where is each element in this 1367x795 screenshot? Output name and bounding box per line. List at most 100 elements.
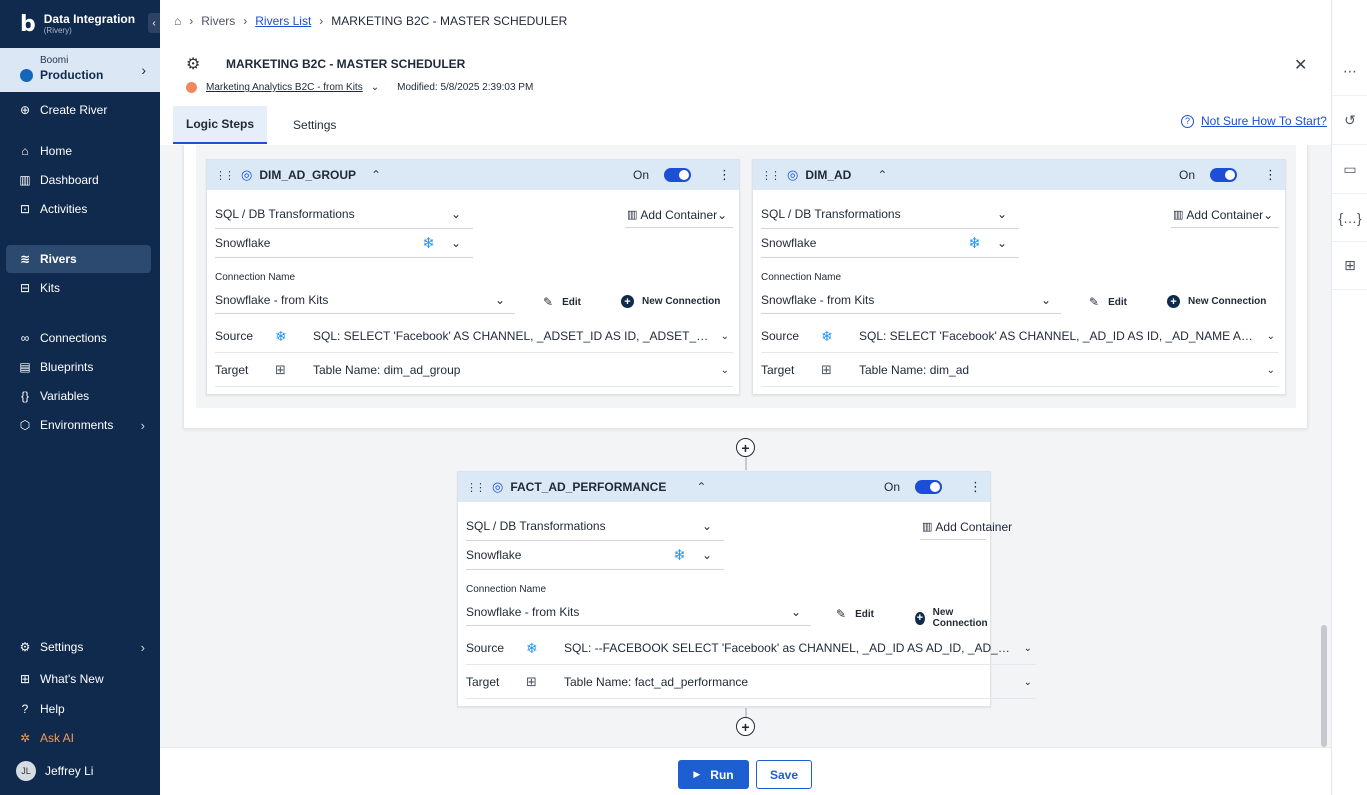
step-toggle[interactable] <box>1210 168 1237 182</box>
sidebar-item-home[interactable]: ⌂ Home <box>6 137 151 165</box>
drag-handle-icon[interactable]: ⋮⋮ <box>761 169 781 182</box>
save-button[interactable]: Save <box>756 760 812 789</box>
new-connection-button[interactable]: + New Connection <box>621 295 720 308</box>
chevron-right-icon: › <box>140 417 145 433</box>
tab-logic-steps[interactable]: Logic Steps <box>173 106 268 144</box>
step-type-select[interactable]: SQL / DB Transformations ⌄ <box>761 200 1019 229</box>
sidebar-item-dashboard[interactable]: ▥ Dashboard <box>6 166 151 194</box>
close-icon[interactable]: ✕ <box>1294 55 1307 75</box>
add-container-button[interactable]: ▥ Add Container ⌄ <box>1171 202 1279 228</box>
source-row[interactable]: Source ❄ SQL: --FACEBOOK SELECT 'Facebook'… <box>466 632 1036 665</box>
breadcrumb-current: MARKETING B2C - MASTER SCHEDULER <box>331 14 568 28</box>
target-row[interactable]: Target ⊞ Table Name: dim_ad ⌄ <box>761 354 1279 387</box>
sidebar-item-variables[interactable]: {} Variables <box>6 382 151 410</box>
sidebar-item-ask-ai[interactable]: ✲ Ask AI <box>6 724 151 752</box>
more-options-icon[interactable]: ⋮ <box>969 479 982 495</box>
more-options-icon[interactable]: ⋮ <box>1264 167 1277 183</box>
more-options-icon[interactable]: ⋮ <box>718 167 731 183</box>
environment-selector[interactable]: Boomi Production › <box>0 48 160 92</box>
target-row[interactable]: Target ⊞ Table Name: dim_ad_group ⌄ <box>215 354 733 387</box>
chevron-down-icon[interactable]: ⌄ <box>371 82 379 93</box>
user-menu[interactable]: JL Jeffrey Li <box>16 761 93 781</box>
step-name[interactable]: DIM_AD_GROUP <box>259 168 356 182</box>
braces-icon[interactable]: {…} <box>1332 194 1367 242</box>
sidebar-item-environments[interactable]: ⬡ Environments › <box>6 411 151 439</box>
step-type-select[interactable]: SQL / DB Transformations ⌄ <box>215 200 473 229</box>
help-link[interactable]: ? Not Sure How To Start? <box>1181 114 1327 128</box>
target-label: Target <box>761 363 795 377</box>
add-step-button[interactable]: + <box>736 717 755 736</box>
breadcrumb-separator: › <box>319 14 324 28</box>
table-icon[interactable]: ⊞ <box>1332 242 1367 290</box>
database-select[interactable]: Snowflake ❄ ⌄ <box>466 541 724 570</box>
new-connection-label: New Connection <box>1188 296 1267 307</box>
add-step-button[interactable]: + <box>736 438 755 457</box>
home-icon[interactable]: ⌂ <box>174 14 181 28</box>
tab-settings[interactable]: Settings <box>267 106 349 144</box>
link-icon: ∞ <box>20 331 30 345</box>
chevron-down-icon: ⌄ <box>450 236 461 250</box>
database-select[interactable]: Snowflake ❄ ⌄ <box>215 229 473 258</box>
collapse-sidebar-button[interactable]: ‹ <box>148 13 160 33</box>
breadcrumb-separator: › <box>189 14 194 28</box>
drag-handle-icon[interactable]: ⋮⋮ <box>466 481 486 494</box>
sidebar: b Data Integration (Rivery) ‹ Boomi Prod… <box>0 0 160 795</box>
connection-name-label: Connection Name <box>761 272 842 283</box>
create-river-button[interactable]: ⊕ Create River <box>6 96 151 124</box>
chevron-right-icon: › <box>140 639 145 655</box>
step-name[interactable]: DIM_AD <box>805 168 851 182</box>
more-horizontal-icon[interactable]: ⋯ <box>1332 48 1367 96</box>
sidebar-item-rivers[interactable]: ≋ Rivers <box>6 245 151 273</box>
source-row[interactable]: Source ❄ SQL: SELECT 'Facebook' AS CHANNEL… <box>761 320 1279 353</box>
kit-link[interactable]: Marketing Analytics B2C - from Kits <box>206 82 363 93</box>
edit-connection-button[interactable]: ✎ Edit <box>1089 295 1127 309</box>
sidebar-item-settings[interactable]: ⚙ Settings › <box>6 633 151 661</box>
sidebar-item-label: Ask AI <box>40 731 75 745</box>
new-connection-button[interactable]: + New Connection <box>915 607 991 629</box>
connection-select[interactable]: Snowflake - from Kits ⌄ <box>761 286 1061 314</box>
sidebar-item-connections[interactable]: ∞ Connections <box>6 324 151 352</box>
connection-select[interactable]: Snowflake - from Kits ⌄ <box>466 598 811 626</box>
breadcrumb-rivers-list[interactable]: Rivers List <box>255 14 311 28</box>
page-title: MARKETING B2C - MASTER SCHEDULER <box>226 57 466 71</box>
add-container-button[interactable]: ▥ Add Container <box>920 514 1012 540</box>
source-row[interactable]: Source ❄ SQL: SELECT 'Facebook' AS CHANNEL… <box>215 320 733 353</box>
add-container-label: Add Container <box>640 207 718 222</box>
chevron-up-icon[interactable]: ⌃ <box>877 168 887 182</box>
scrollbar[interactable] <box>1321 625 1327 747</box>
run-button[interactable]: ▶ Run <box>678 760 749 789</box>
connection-select[interactable]: Snowflake - from Kits ⌄ <box>215 286 515 314</box>
pencil-icon: ✎ <box>836 607 847 621</box>
add-container-button[interactable]: ▥ Add Container ⌄ <box>625 202 733 228</box>
step-toggle[interactable] <box>664 168 691 182</box>
snowflake-icon: ❄ <box>821 327 833 344</box>
chevron-up-icon[interactable]: ⌃ <box>696 480 706 494</box>
step-type-select[interactable]: SQL / DB Transformations ⌄ <box>466 512 724 541</box>
sidebar-item-kits[interactable]: ⊟ Kits <box>6 274 151 302</box>
sidebar-item-whats-new[interactable]: ⊞ What's New <box>6 665 151 693</box>
breadcrumb-rivers[interactable]: Rivers <box>201 14 235 28</box>
gift-icon: ⊞ <box>19 672 31 686</box>
right-rail: ⋯ ↺ ▭ {…} ⊞ <box>1331 0 1367 795</box>
step-name[interactable]: FACT_AD_PERFORMANCE <box>510 480 666 494</box>
monitor-icon[interactable]: ▭ <box>1332 146 1367 194</box>
help-icon: ? <box>21 702 29 716</box>
chevron-down-icon: ⌄ <box>720 330 729 342</box>
sidebar-item-help[interactable]: ? Help <box>6 695 151 723</box>
chevron-up-icon[interactable]: ⌃ <box>371 168 381 182</box>
history-icon[interactable]: ↺ <box>1332 97 1367 145</box>
sidebar-item-blueprints[interactable]: ▤ Blueprints <box>6 353 151 381</box>
step-toggle[interactable] <box>915 480 942 494</box>
sidebar-item-activities[interactable]: ⊡ Activities <box>6 195 151 223</box>
sidebar-item-label: Help <box>40 702 65 716</box>
sidebar-item-label: Dashboard <box>40 173 99 187</box>
target-row[interactable]: Target ⊞ Table Name: fact_ad_performance ⌄ <box>466 666 1036 699</box>
new-connection-button[interactable]: + New Connection <box>1167 295 1266 308</box>
logic-step-card: ⋮⋮ ◎ DIM_AD ⌃ On ⋮ SQL / DB Transformati… <box>752 159 1286 395</box>
database-select[interactable]: Snowflake ❄ ⌄ <box>761 229 1019 258</box>
drag-handle-icon[interactable]: ⋮⋮ <box>215 169 235 182</box>
edit-connection-button[interactable]: ✎ Edit <box>836 607 874 621</box>
edit-connection-button[interactable]: ✎ Edit <box>543 295 581 309</box>
brand[interactable]: b Data Integration (Rivery) ‹ <box>0 0 160 48</box>
connection-name-label: Connection Name <box>215 272 296 283</box>
